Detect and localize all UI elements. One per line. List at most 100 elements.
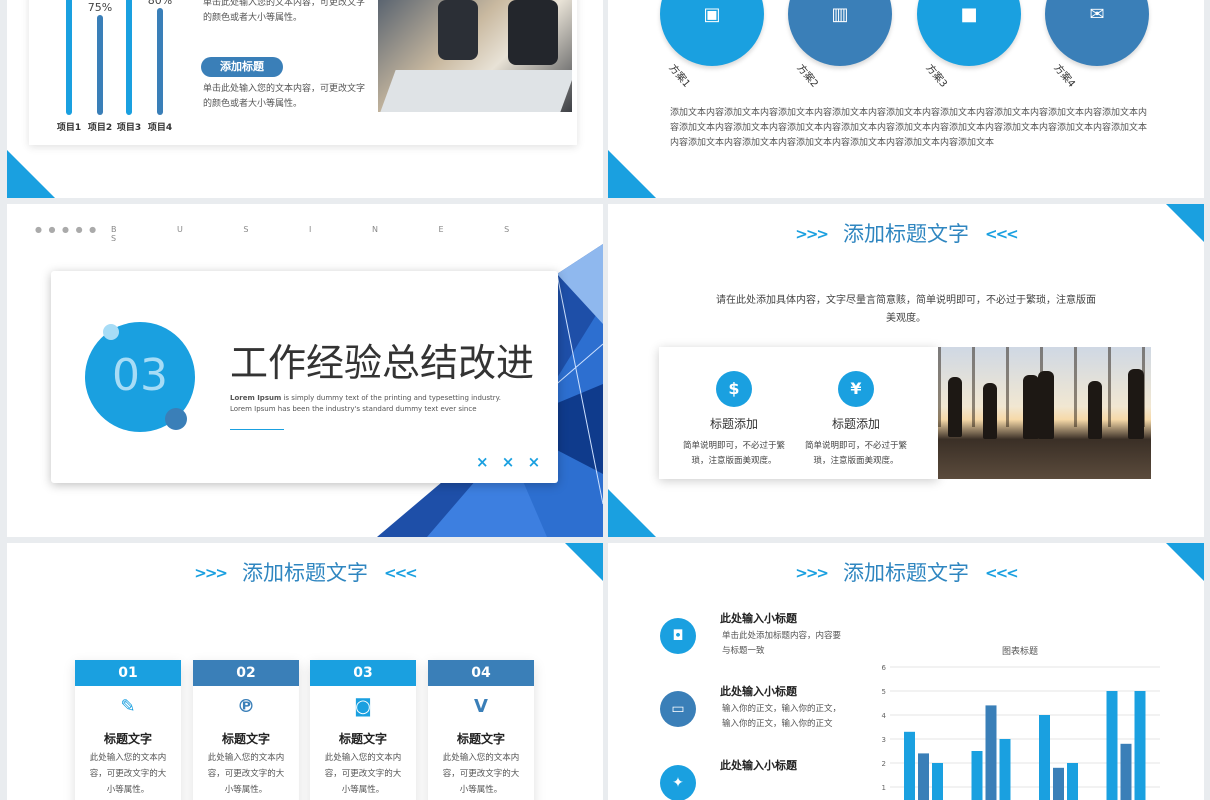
feature-card[interactable]: 04 V 标题文字此处输入您的文本内容，可更改文字的大小等属性。 xyxy=(428,660,534,800)
envelope-icon: ✉ xyxy=(1089,4,1105,25)
plan-tab[interactable]: ✉ 方案4 xyxy=(1023,0,1171,90)
slide-3[interactable]: ● ● ● ● ● B U S I N E S S 03 工作经验总结改进 Lo… xyxy=(7,204,603,537)
feature-card[interactable]: 03 ◙ 标题文字此处输入您的文本内容，可更改文字的大小等属性。 xyxy=(310,660,416,800)
bar-label: 项目4 xyxy=(147,123,173,133)
subtitle: 此处输入小标题 xyxy=(720,685,797,698)
y-tick-label: 2 xyxy=(882,760,886,768)
leaf-icon: ✦ xyxy=(660,765,696,800)
slide-title: >>> 添加标题文字 <<< xyxy=(194,561,417,585)
business-label: B U S I N E S S xyxy=(111,225,539,243)
corner-decoration xyxy=(1166,204,1204,242)
chart-bar xyxy=(1067,763,1078,800)
subtitle-desc: 输入你的正文，输入你的正文，输入你的正文，输入你的正文 xyxy=(722,704,842,729)
card-number: 01 xyxy=(75,660,181,686)
slide-4[interactable]: >>> 添加标题文字 <<< 请在此处添加具体内容，文字尽量言简意赅，简单说明即可，… xyxy=(608,204,1204,537)
chart-bar xyxy=(918,753,929,800)
corner-decoration xyxy=(565,543,603,581)
chart-bar xyxy=(1039,715,1050,800)
pinterest-icon: ℗ xyxy=(237,696,255,717)
coins-icon: ¥ xyxy=(838,371,874,407)
bar-percent: 80% xyxy=(147,0,173,7)
y-tick-label: 6 xyxy=(882,664,887,672)
corner-decoration xyxy=(7,150,55,198)
subtitle: 此处输入小标题 xyxy=(720,612,797,625)
slide-5[interactable]: >>> 添加标题文字 <<< 01 ✎ 标题文字此处输入您的文本内容，可更改文字的大小等… xyxy=(7,543,603,800)
progress-bar xyxy=(157,8,163,115)
card-desc: 此处输入您的文本内容，可更改文字的大小等属性。 xyxy=(324,753,402,795)
card-desc: 此处输入您的文本内容，可更改文字的大小等属性。 xyxy=(89,753,167,795)
chart-bar xyxy=(1053,767,1064,800)
plan-tab[interactable]: ▥ 方案2 xyxy=(766,0,914,90)
subtitle-desc: 单击此处添加标题内容，内容要与标题一致 xyxy=(722,631,842,656)
plan-tab[interactable]: ■ 方案3 xyxy=(895,0,1043,90)
progress-bar xyxy=(126,0,132,115)
slide-1[interactable]: 项目1 75% 项目2 项目3 80% 项目4 单击此处输入您的文本内容，可更改文字的颜色… xyxy=(7,0,603,198)
card-desc: 此处输入您的文本内容，可更改文字的大小等属性。 xyxy=(442,753,520,795)
chart-bar xyxy=(985,705,997,800)
chart-bar xyxy=(932,763,943,800)
chart-title: 图表标题 xyxy=(1002,645,1038,657)
feature-card[interactable]: 02 ℗ 标题文字此处输入您的文本内容，可更改文字的大小等属性。 xyxy=(193,660,299,800)
section-number: 03 xyxy=(112,350,168,401)
plan-label: 方案1 xyxy=(666,62,692,90)
progress-bar xyxy=(97,15,103,115)
edit-icon: ✎ xyxy=(120,696,136,717)
chart-bar xyxy=(1134,691,1146,800)
chart-bar xyxy=(1106,691,1118,800)
y-tick-label: 3 xyxy=(882,736,886,744)
corner-decoration xyxy=(1166,543,1204,581)
subtitle: 此处输入小标题 xyxy=(720,759,797,772)
inbox-icon: ▣ xyxy=(703,4,721,25)
team-silhouette-photo xyxy=(938,347,1151,479)
section-title: 工作经验总结改进 xyxy=(230,341,535,385)
plan-label: 方案2 xyxy=(794,62,820,90)
add-title-button[interactable]: 添加标题 xyxy=(201,57,283,77)
bar-chart: 图表标题 1 2 3 4 5 6 xyxy=(882,645,1160,800)
chart-bar xyxy=(971,751,983,800)
progress-bar xyxy=(66,0,72,115)
dome-icon: ▭ xyxy=(660,691,696,727)
feature-card[interactable]: 01 ✎ 标题文字 此处输入您的文本内容，可更改文字的大小等属性。 xyxy=(75,660,181,800)
item-title: 标题添加 xyxy=(831,417,880,431)
card-title: 标题文字 xyxy=(221,732,270,746)
y-tick-label: 4 xyxy=(882,712,887,720)
cup-icon: ◘ xyxy=(660,618,696,654)
card-desc: 此处输入您的文本内容，可更改文字的大小等属性。 xyxy=(207,753,285,795)
card-number: 04 xyxy=(428,660,534,686)
bar-percent: 75% xyxy=(87,1,113,14)
plan-label: 方案4 xyxy=(1051,62,1077,90)
money-bag-icon: $ xyxy=(716,371,752,407)
vimeo-icon: V xyxy=(474,696,488,717)
y-tick-label: 1 xyxy=(882,784,886,792)
slide-title: >>> 添加标题文字 <<< xyxy=(795,222,1018,246)
corner-decoration xyxy=(608,150,656,198)
card-number: 03 xyxy=(310,660,416,686)
plan-tab[interactable]: ▣ 方案1 xyxy=(638,0,786,90)
slide-6[interactable]: >>> 添加标题文字 <<< ◘ 此处输入小标题 单击此处添加标题内容，内容要与标题一致… xyxy=(608,543,1204,800)
item-title: 标题添加 xyxy=(709,417,758,431)
chart-bar xyxy=(1120,743,1132,800)
instagram-icon: ◙ xyxy=(354,696,372,717)
card-title: 标题文字 xyxy=(338,732,387,746)
intro-text: 请在此处添加具体内容，文字尽量言简意赅，简单说明即可，不必过于繁琐，注意版面美观… xyxy=(716,295,1096,324)
chart-bar xyxy=(999,739,1011,800)
cross-marks: × × × xyxy=(476,453,545,471)
building-icon: ▥ xyxy=(831,4,849,25)
item-desc: 简单说明即可，不必过于繁琐，注意版面美观度。 xyxy=(682,441,785,466)
lorem-text: Lorem Ipsum is simply dummy text of the … xyxy=(230,394,502,413)
paragraph-text: 添加文本内容添加文本内容添加文本内容添加文本内容添加文本内容添加文本内容添加文本… xyxy=(670,108,1148,148)
item-desc: 简单说明即可，不必过于繁琐，注意版面美观度。 xyxy=(804,441,907,466)
briefcase-icon: ■ xyxy=(960,4,978,25)
body-text: 单击此处输入您的文本内容，可更改文字的颜色或者大小等属性。 xyxy=(203,0,366,23)
small-dot-2 xyxy=(165,408,187,430)
dots-decoration: ● ● ● ● ● xyxy=(35,225,99,234)
card-title: 标题文字 xyxy=(456,732,505,746)
slide-2[interactable]: ▣ 方案1 ▥ 方案2 ■ 方案3 ✉ 方案4 添加文本内容添加文本内容添加文本内容添加文本内… xyxy=(608,0,1204,198)
business-meeting-photo xyxy=(378,0,572,112)
plan-label: 方案3 xyxy=(923,62,949,90)
slide-title: >>> 添加标题文字 <<< xyxy=(795,561,1018,585)
y-tick-label: 5 xyxy=(882,688,886,696)
body-text-2: 单击此处输入您的文本内容，可更改文字的颜色或者大小等属性。 xyxy=(203,84,366,109)
chart-bar xyxy=(904,731,915,800)
card-number: 02 xyxy=(193,660,299,686)
